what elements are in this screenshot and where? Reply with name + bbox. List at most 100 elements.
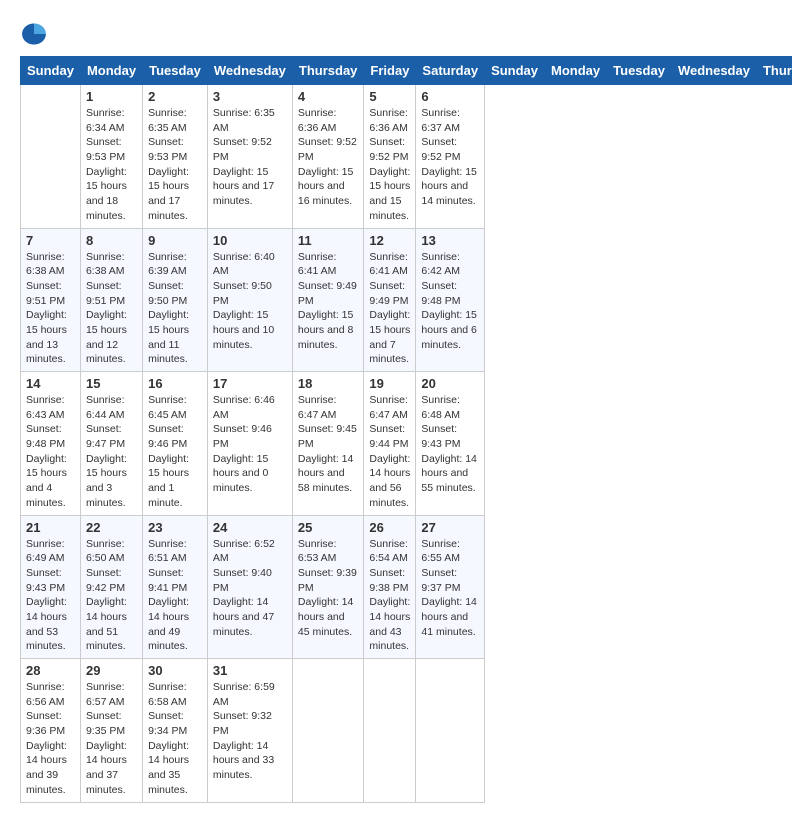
calendar-cell: 10 Sunrise: 6:40 AMSunset: 9:50 PMDayligh…	[207, 228, 292, 372]
calendar-cell: 14 Sunrise: 6:43 AMSunset: 9:48 PMDayligh…	[21, 372, 81, 516]
calendar-cell: 22 Sunrise: 6:50 AMSunset: 9:42 PMDayligh…	[80, 515, 142, 659]
day-number: 8	[86, 233, 137, 248]
cell-info: Sunrise: 6:37 AMSunset: 9:52 PMDaylight:…	[421, 106, 479, 209]
cell-info: Sunrise: 6:58 AMSunset: 9:34 PMDaylight:…	[148, 680, 202, 798]
day-number: 26	[369, 520, 410, 535]
day-number: 31	[213, 663, 287, 678]
calendar-cell: 31Sunrise: 6:59 AMSunset: 9:32 PMDayligh…	[207, 659, 292, 803]
cell-info: Sunrise: 6:44 AMSunset: 9:47 PMDaylight:…	[86, 393, 137, 511]
calendar-cell: 29 Sunrise: 6:57 AMSunset: 9:35 PMDayligh…	[80, 659, 142, 803]
week-row-2: 7Sunrise: 6:38 AMSunset: 9:51 PMDaylight…	[21, 228, 792, 372]
calendar-cell: 25 Sunrise: 6:53 AMSunset: 9:39 PMDayligh…	[292, 515, 364, 659]
logo	[20, 20, 52, 48]
day-number: 3	[213, 89, 287, 104]
calendar-cell	[21, 85, 81, 229]
header-cell-sunday: Sunday	[21, 57, 81, 85]
day-number: 22	[86, 520, 137, 535]
cell-info: Sunrise: 6:38 AMSunset: 9:51 PMDaylight:…	[86, 250, 137, 368]
cell-info: Sunrise: 6:47 AMSunset: 9:45 PMDaylight:…	[298, 393, 359, 496]
calendar-cell: 16 Sunrise: 6:45 AMSunset: 9:46 PMDayligh…	[143, 372, 208, 516]
day-number: 28	[26, 663, 75, 678]
cell-info: Sunrise: 6:42 AMSunset: 9:48 PMDaylight:…	[421, 250, 479, 353]
header-cell-monday: Monday	[545, 57, 607, 85]
calendar-cell: 20 Sunrise: 6:48 AMSunset: 9:43 PMDayligh…	[416, 372, 485, 516]
cell-info: Sunrise: 6:53 AMSunset: 9:39 PMDaylight:…	[298, 537, 359, 640]
calendar-cell: 17 Sunrise: 6:46 AMSunset: 9:46 PMDayligh…	[207, 372, 292, 516]
cell-info: Sunrise: 6:46 AMSunset: 9:46 PMDaylight:…	[213, 393, 287, 496]
calendar-cell: 23 Sunrise: 6:51 AMSunset: 9:41 PMDayligh…	[143, 515, 208, 659]
cell-info: Sunrise: 6:51 AMSunset: 9:41 PMDaylight:…	[148, 537, 202, 655]
day-number: 17	[213, 376, 287, 391]
cell-info: Sunrise: 6:34 AMSunset: 9:53 PMDaylight:…	[86, 106, 137, 224]
day-number: 11	[298, 233, 359, 248]
cell-info: Sunrise: 6:39 AMSunset: 9:50 PMDaylight:…	[148, 250, 202, 368]
day-number: 24	[213, 520, 287, 535]
header-cell-wednesday: Wednesday	[207, 57, 292, 85]
day-number: 10	[213, 233, 287, 248]
calendar-cell: 4 Sunrise: 6:36 AMSunset: 9:52 PMDaylight…	[292, 85, 364, 229]
header-cell-sunday: Sunday	[485, 57, 545, 85]
calendar-cell: 13 Sunrise: 6:42 AMSunset: 9:48 PMDayligh…	[416, 228, 485, 372]
calendar-cell: 21 Sunrise: 6:49 AMSunset: 9:43 PMDayligh…	[21, 515, 81, 659]
calendar-cell: 12 Sunrise: 6:41 AMSunset: 9:49 PMDayligh…	[364, 228, 416, 372]
day-number: 5	[369, 89, 410, 104]
calendar-cell: 18 Sunrise: 6:47 AMSunset: 9:45 PMDayligh…	[292, 372, 364, 516]
cell-info: Sunrise: 6:43 AMSunset: 9:48 PMDaylight:…	[26, 393, 75, 511]
cell-info: Sunrise: 6:49 AMSunset: 9:43 PMDaylight:…	[26, 537, 75, 655]
cell-info: Sunrise: 6:35 AMSunset: 9:53 PMDaylight:…	[148, 106, 202, 224]
cell-info: Sunrise: 6:52 AMSunset: 9:40 PMDaylight:…	[213, 537, 287, 640]
day-number: 18	[298, 376, 359, 391]
cell-info: Sunrise: 6:47 AMSunset: 9:44 PMDaylight:…	[369, 393, 410, 511]
cell-info: Sunrise: 6:56 AMSunset: 9:36 PMDaylight:…	[26, 680, 75, 798]
day-number: 16	[148, 376, 202, 391]
cell-info: Sunrise: 6:41 AMSunset: 9:49 PMDaylight:…	[369, 250, 410, 368]
day-number: 6	[421, 89, 479, 104]
day-number: 29	[86, 663, 137, 678]
header-cell-tuesday: Tuesday	[143, 57, 208, 85]
calendar-cell	[416, 659, 485, 803]
calendar-cell: 6 Sunrise: 6:37 AMSunset: 9:52 PMDaylight…	[416, 85, 485, 229]
day-number: 13	[421, 233, 479, 248]
calendar-cell: 9 Sunrise: 6:39 AMSunset: 9:50 PMDaylight…	[143, 228, 208, 372]
header-cell-thursday: Thursday	[292, 57, 364, 85]
day-number: 9	[148, 233, 202, 248]
day-number: 23	[148, 520, 202, 535]
day-number: 12	[369, 233, 410, 248]
calendar-cell	[364, 659, 416, 803]
calendar-cell: 26Sunrise: 6:54 AMSunset: 9:38 PMDayligh…	[364, 515, 416, 659]
day-number: 2	[148, 89, 202, 104]
week-row-1: 1Sunrise: 6:34 AMSunset: 9:53 PMDaylight…	[21, 85, 792, 229]
day-number: 4	[298, 89, 359, 104]
cell-info: Sunrise: 6:38 AMSunset: 9:51 PMDaylight:…	[26, 250, 75, 368]
logo-icon	[20, 20, 48, 48]
header-cell-wednesday: Wednesday	[671, 57, 756, 85]
cell-info: Sunrise: 6:57 AMSunset: 9:35 PMDaylight:…	[86, 680, 137, 798]
week-row-4: 21 Sunrise: 6:49 AMSunset: 9:43 PMDayligh…	[21, 515, 792, 659]
day-number: 21	[26, 520, 75, 535]
calendar-cell: 19 Sunrise: 6:47 AMSunset: 9:44 PMDayligh…	[364, 372, 416, 516]
header-cell-friday: Friday	[364, 57, 416, 85]
calendar-cell: 5Sunrise: 6:36 AMSunset: 9:52 PMDaylight…	[364, 85, 416, 229]
cell-info: Sunrise: 6:48 AMSunset: 9:43 PMDaylight:…	[421, 393, 479, 496]
calendar-cell: 1Sunrise: 6:34 AMSunset: 9:53 PMDaylight…	[80, 85, 142, 229]
cell-info: Sunrise: 6:36 AMSunset: 9:52 PMDaylight:…	[298, 106, 359, 209]
day-number: 14	[26, 376, 75, 391]
page-header	[20, 20, 772, 48]
week-row-5: 28 Sunrise: 6:56 AMSunset: 9:36 PMDayligh…	[21, 659, 792, 803]
day-number: 20	[421, 376, 479, 391]
calendar-cell: 24 Sunrise: 6:52 AMSunset: 9:40 PMDayligh…	[207, 515, 292, 659]
cell-info: Sunrise: 6:40 AMSunset: 9:50 PMDaylight:…	[213, 250, 287, 353]
day-number: 27	[421, 520, 479, 535]
cell-info: Sunrise: 6:50 AMSunset: 9:42 PMDaylight:…	[86, 537, 137, 655]
calendar-cell: 8 Sunrise: 6:38 AMSunset: 9:51 PMDaylight…	[80, 228, 142, 372]
header-cell-tuesday: Tuesday	[607, 57, 672, 85]
calendar-cell: 11Sunrise: 6:41 AMSunset: 9:49 PMDayligh…	[292, 228, 364, 372]
calendar-cell	[292, 659, 364, 803]
day-number: 25	[298, 520, 359, 535]
calendar-cell: 15Sunrise: 6:44 AMSunset: 9:47 PMDayligh…	[80, 372, 142, 516]
calendar-cell: 28 Sunrise: 6:56 AMSunset: 9:36 PMDayligh…	[21, 659, 81, 803]
header-cell-saturday: Saturday	[416, 57, 485, 85]
day-number: 19	[369, 376, 410, 391]
cell-info: Sunrise: 6:45 AMSunset: 9:46 PMDaylight:…	[148, 393, 202, 511]
calendar-cell: 30Sunrise: 6:58 AMSunset: 9:34 PMDayligh…	[143, 659, 208, 803]
